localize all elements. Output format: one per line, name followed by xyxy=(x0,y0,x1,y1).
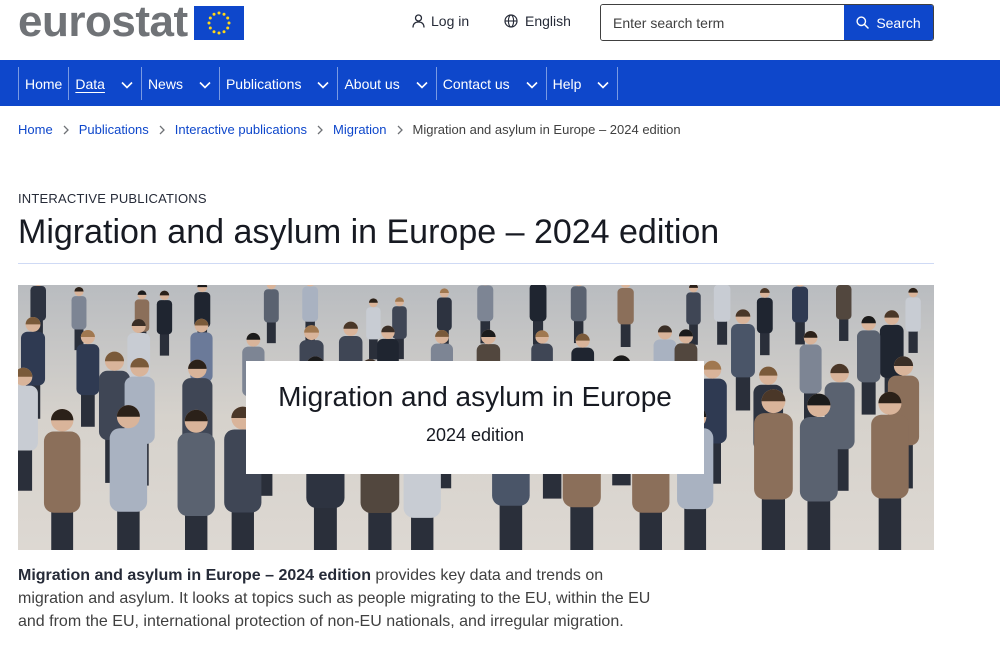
chevron-down-icon xyxy=(317,76,330,92)
login-label: Log in xyxy=(431,13,470,29)
breadcrumb-link-publications[interactable]: Publications xyxy=(79,122,149,137)
breadcrumb-link-home[interactable]: Home xyxy=(18,122,53,137)
search-button-label: Search xyxy=(876,14,921,31)
language-label: English xyxy=(525,13,571,29)
breadcrumb: Home Publications Interactive publicatio… xyxy=(18,122,681,137)
nav-item-label: Help xyxy=(552,75,582,92)
user-icon xyxy=(412,14,425,28)
nav-item-label: News xyxy=(147,75,183,92)
breadcrumb-current: Migration and asylum in Europe – 2024 ed… xyxy=(412,122,681,137)
nav-item-about-us[interactable]: About us xyxy=(338,67,437,100)
nav-item-help[interactable]: Help xyxy=(547,67,619,100)
language-selector[interactable]: English xyxy=(504,13,571,29)
page-title: Migration and asylum in Europe – 2024 ed… xyxy=(18,213,720,251)
nav-item-label: Contact us xyxy=(442,75,510,92)
search-box: Search xyxy=(600,4,934,41)
nav-item-label: Publications xyxy=(225,75,302,92)
eu-flag-icon xyxy=(193,6,244,40)
nav-item-label: About us xyxy=(344,75,400,92)
chevron-down-icon xyxy=(121,76,133,92)
nav-item-contact-us[interactable]: Contact us xyxy=(437,67,547,100)
chevron-down-icon xyxy=(416,76,428,92)
chevron-right-icon xyxy=(397,125,403,135)
chevron-down-icon xyxy=(199,76,211,92)
eurostat-logo[interactable]: eurostat xyxy=(18,0,244,46)
nav-item-label: Data xyxy=(75,75,105,92)
nav-item-news[interactable]: News xyxy=(142,67,220,100)
nav-menu: Home Data News Publications About us Con… xyxy=(18,67,619,100)
chevron-right-icon xyxy=(63,125,69,135)
hero-banner: Migration and asylum in Europe 2024 edit… xyxy=(18,285,934,550)
site-header: eurostat Log in English Enter search ter… xyxy=(0,0,1000,60)
title-divider xyxy=(18,263,934,264)
search-input[interactable] xyxy=(601,5,844,40)
chevron-down-icon xyxy=(526,76,538,92)
nav-item-label: Home xyxy=(25,75,63,92)
login-link[interactable]: Log in xyxy=(412,13,469,29)
search-icon xyxy=(856,16,870,29)
main-navigation: Home Data News Publications About us Con… xyxy=(0,60,1000,106)
globe-icon xyxy=(504,14,518,28)
nav-item-publications[interactable]: Publications xyxy=(220,67,339,100)
banner-title: Migration and asylum in Europe xyxy=(278,381,672,412)
banner-subtitle: 2024 edition xyxy=(425,425,525,445)
page-kicker: INTERACTIVE PUBLICATIONS xyxy=(18,191,207,206)
breadcrumb-link-migration[interactable]: Migration xyxy=(333,122,386,137)
chevron-right-icon xyxy=(159,125,165,135)
search-button[interactable]: Search xyxy=(844,5,933,40)
nav-item-data[interactable]: Data xyxy=(69,67,142,100)
banner-title-card: Migration and asylum in Europe 2024 edit… xyxy=(246,361,704,474)
chevron-right-icon xyxy=(317,125,323,135)
nav-item-home[interactable]: Home xyxy=(19,67,70,100)
chevron-down-icon xyxy=(597,76,610,92)
intro-lead: Migration and asylum in Europe – 2024 ed… xyxy=(18,567,371,584)
logo-wordmark: eurostat xyxy=(18,0,188,46)
breadcrumb-link-interactive-publications[interactable]: Interactive publications xyxy=(175,122,307,137)
intro-paragraph: Migration and asylum in Europe – 2024 ed… xyxy=(18,564,658,633)
